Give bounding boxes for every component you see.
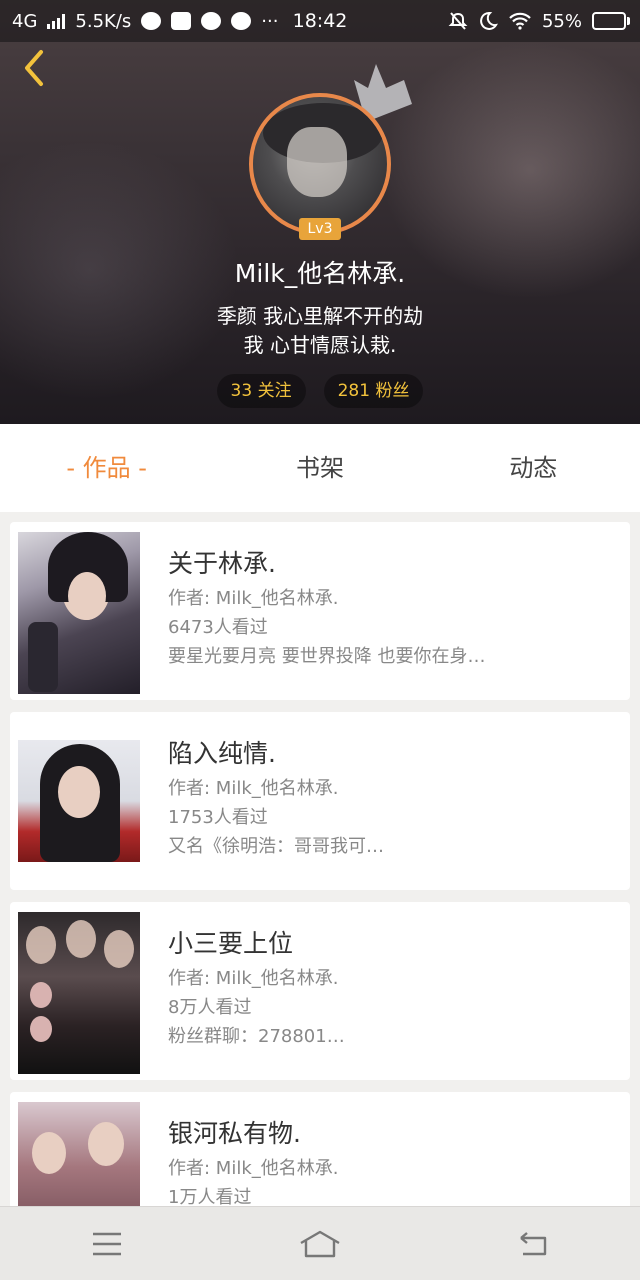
work-views: 1万人看过: [168, 1187, 252, 1206]
tab-works[interactable]: - 作品 -: [0, 424, 213, 512]
stats-row: 33 关注 281 粉丝: [0, 374, 640, 408]
back-button[interactable]: [14, 46, 54, 90]
work-description: 要星光要月亮 要世界投降 也要你在身…: [168, 646, 486, 667]
work-title: 关于林承.: [168, 549, 276, 578]
works-list: 关于林承. 作者: Milk_他名林承. 6473人看过 要星光要月亮 要世界投…: [0, 512, 640, 1206]
work-author: 作者: Milk_他名林承.: [168, 1158, 339, 1179]
bio: 季颜 我心里解不开的劫 我 心甘情愿认栽.: [0, 302, 640, 360]
avatar[interactable]: [249, 93, 391, 235]
battery-icon: [592, 12, 630, 30]
level-badge: Lv3: [299, 218, 341, 240]
bio-line: 我 心甘情愿认栽.: [243, 333, 397, 357]
work-title: 陷入纯情.: [168, 739, 276, 768]
menu-button[interactable]: [0, 1207, 213, 1280]
following-count[interactable]: 33 关注: [216, 374, 306, 408]
tab-activity[interactable]: 动态: [427, 424, 640, 512]
work-author: 作者: Milk_他名林承.: [168, 968, 339, 989]
username: Milk_他名林承.: [234, 259, 406, 288]
system-nav-bar: [0, 1206, 640, 1280]
status-right: 55%: [448, 0, 630, 42]
chevron-left-icon: [25, 50, 43, 86]
work-title: 小三要上位: [168, 929, 294, 958]
book-cover: [18, 740, 140, 862]
back-nav-button[interactable]: [427, 1207, 640, 1280]
tab-bookshelf[interactable]: 书架: [213, 424, 426, 512]
menu-icon: [92, 1232, 121, 1255]
home-icon: [300, 1230, 340, 1257]
work-views: 1753人看过: [168, 807, 268, 828]
profile-tabs: - 作品 - 书架 动态: [0, 424, 640, 512]
home-button[interactable]: [213, 1207, 426, 1280]
profile-header: 4G 5.5K/s ··· 18:42 55% Lv3 Milk_他名林承. 季…: [0, 0, 640, 424]
work-card[interactable]: 小三要上位 作者: Milk_他名林承. 8万人看过 粉丝群聊：278801…: [10, 902, 630, 1080]
work-views: 6473人看过: [168, 617, 268, 638]
work-views: 8万人看过: [168, 997, 252, 1018]
work-card[interactable]: 银河私有物. 作者: Milk_他名林承. 1万人看过: [10, 1092, 630, 1206]
return-icon: [520, 1231, 547, 1255]
book-cover: [18, 1102, 140, 1206]
work-author: 作者: Milk_他名林承.: [168, 588, 339, 609]
work-card[interactable]: 陷入纯情. 作者: Milk_他名林承. 1753人看过 又名《徐明浩：哥哥我可…: [10, 712, 630, 890]
bio-line: 季颜 我心里解不开的劫: [216, 304, 424, 328]
wifi-icon: [509, 12, 531, 30]
work-description: 粉丝群聊：278801…: [168, 1026, 345, 1047]
work-description: 又名《徐明浩：哥哥我可…: [168, 836, 384, 857]
book-cover: [18, 532, 140, 694]
work-author: 作者: Milk_他名林承.: [168, 778, 339, 799]
moon-icon: [480, 11, 498, 30]
work-title: 银河私有物.: [168, 1119, 301, 1148]
mute-icon: [448, 12, 468, 30]
status-bar: 4G 5.5K/s ··· 18:42 55%: [0, 0, 640, 42]
work-card[interactable]: 关于林承. 作者: Milk_他名林承. 6473人看过 要星光要月亮 要世界投…: [10, 522, 630, 700]
followers-count[interactable]: 281 粉丝: [323, 374, 424, 408]
book-cover: [18, 912, 140, 1074]
battery-percent: 55%: [541, 10, 582, 32]
avatar-image: [249, 93, 391, 235]
